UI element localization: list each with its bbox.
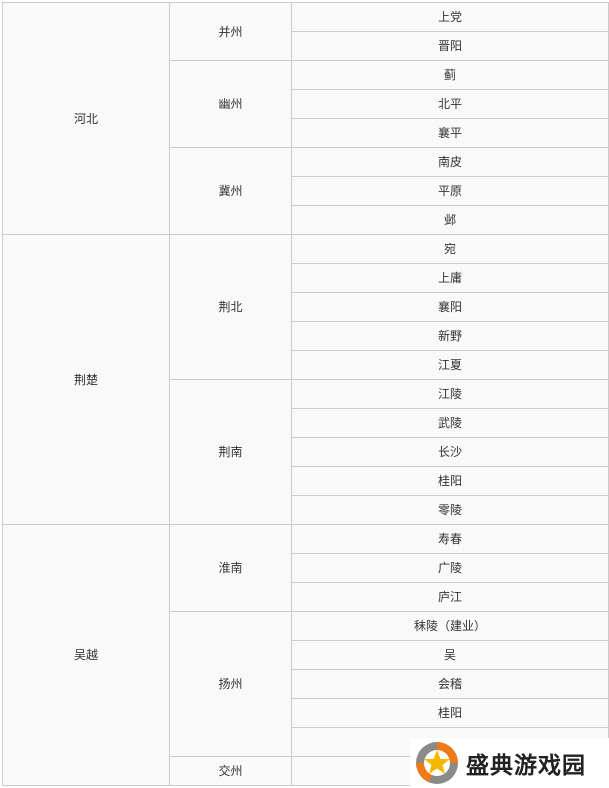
city-cell: 蓟 (291, 60, 609, 90)
city-cell: 平原 (291, 176, 609, 206)
city-cell: 广陵 (291, 553, 609, 583)
province-cell: 冀州 (169, 147, 292, 235)
city-cell: 新野 (291, 321, 609, 351)
city-cell: 零陵 (291, 495, 609, 525)
city-cell: 襄平 (291, 118, 609, 148)
city-cell: 邺 (291, 205, 609, 235)
site-watermark: 盛典游戏园 (410, 738, 609, 788)
city-cell: 武陵 (291, 408, 609, 438)
province-cell: 并州 (169, 2, 292, 61)
city-cell: 桂阳 (291, 466, 609, 496)
region-cell: 吴越 (2, 524, 170, 786)
table-row: 吴越 淮南 寿春 (2, 524, 609, 786)
city-cell: 桂阳 (291, 698, 609, 728)
region-cell: 荆楚 (2, 234, 170, 525)
city-cell: 庐江 (291, 582, 609, 612)
city-cell: 宛 (291, 234, 609, 264)
city-cell: 北平 (291, 89, 609, 119)
table-row: 荆楚 荆北宛 (2, 234, 609, 525)
province-cell: 扬州 (169, 611, 292, 757)
region-cell: 河北 (2, 2, 170, 235)
province-cell: 交州 (169, 756, 292, 786)
city-cell: 襄阳 (291, 292, 609, 322)
city-cell: 上党 (291, 2, 609, 32)
city-cell: 晋阳 (291, 31, 609, 61)
city-cell: 长沙 (291, 437, 609, 467)
table-row: 河北 并州 上党 (2, 2, 609, 235)
province-cell: 荆南 (169, 379, 292, 525)
watermark-text: 盛典游戏园 (466, 753, 586, 779)
city-cell: 会稽 (291, 669, 609, 699)
province-cell: 荆北 (169, 234, 292, 380)
city-cell: 江夏 (291, 350, 609, 380)
city-cell: 秣陵（建业） (291, 611, 609, 641)
city-cell: 寿春 (291, 524, 609, 554)
regions-table: 河北 并州 上党 晋阳 幽州蓟北平 襄平 冀州 南皮 平原邺荆楚 荆北宛上庸 襄阳 新野 江夏 荆南 江陵武… (2, 2, 609, 786)
star-badge-icon (416, 742, 458, 784)
city-cell: 南皮 (291, 147, 609, 177)
city-cell: 吴 (291, 640, 609, 670)
province-cell: 淮南 (169, 524, 292, 612)
province-cell: 幽州 (169, 60, 292, 148)
city-cell: 江陵 (291, 379, 609, 409)
city-cell: 上庸 (291, 263, 609, 293)
